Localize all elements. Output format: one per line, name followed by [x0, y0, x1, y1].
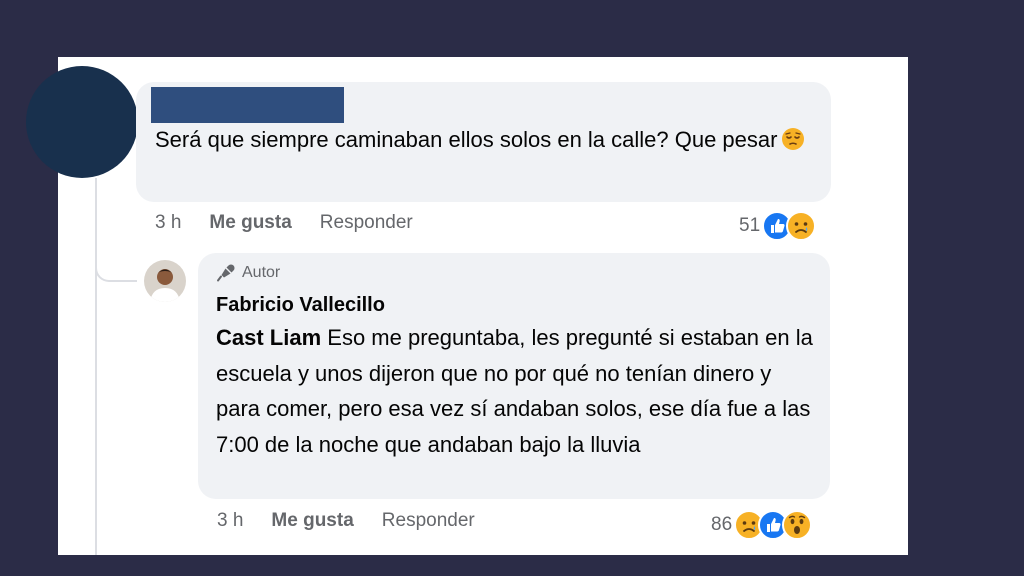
reply-reactions[interactable]: 86	[711, 510, 813, 540]
reaction-count: 51	[739, 215, 761, 236]
comment-text: Será que siempre caminaban ellos solos e…	[155, 122, 815, 157]
reply-text: Cast Liam Eso me preguntaba, les pregunt…	[216, 320, 816, 462]
person-photo-icon	[144, 260, 186, 302]
commenter-avatar[interactable]	[26, 66, 138, 178]
author-badge: Autor	[216, 263, 280, 283]
reply-button[interactable]: Responder	[320, 212, 413, 234]
reply-author-name[interactable]: Fabricio Vallecillo	[216, 294, 385, 317]
pensive-face-icon	[782, 128, 805, 150]
like-button[interactable]: Me gusta	[209, 212, 291, 234]
comment-actions: 3 h Me gusta Responder	[155, 212, 441, 234]
comment-timestamp[interactable]: 3 h	[155, 212, 181, 234]
reply-author-avatar[interactable]	[144, 260, 186, 302]
comment-bubble: Será que siempre caminaban ellos solos e…	[136, 82, 831, 202]
reply-timestamp[interactable]: 3 h	[217, 510, 243, 532]
redacted-commenter-name	[151, 87, 344, 123]
mention-link[interactable]: Cast Liam	[216, 325, 321, 350]
comment-reactions[interactable]: 51	[739, 211, 817, 241]
reply-bubble: Autor Fabricio Vallecillo Cast Liam Eso …	[198, 253, 830, 499]
reply-reply-button[interactable]: Responder	[382, 510, 475, 532]
thread-line	[95, 178, 97, 555]
comment-body: Será que siempre caminaban ellos solos e…	[155, 127, 778, 152]
microphone-icon	[217, 264, 235, 282]
reply-actions: 3 h Me gusta Responder	[217, 510, 503, 532]
reply-reaction-count: 86	[711, 514, 733, 535]
wow-reaction-icon	[782, 510, 813, 540]
author-badge-label: Autor	[242, 264, 281, 281]
thread-branch	[95, 254, 137, 282]
reply-like-button[interactable]: Me gusta	[271, 510, 353, 532]
sad-reaction-icon	[786, 211, 817, 241]
